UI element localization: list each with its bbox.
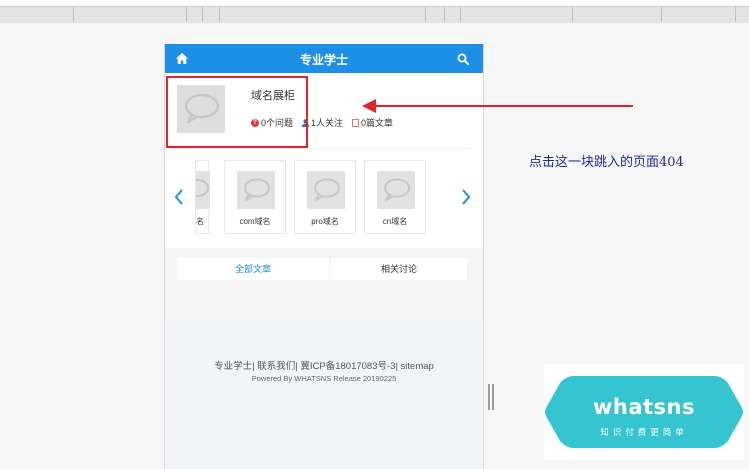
speech-bubble-icon: [384, 178, 410, 201]
carousel-item-image: [377, 171, 415, 209]
speech-bubble-icon: [314, 178, 340, 201]
tab-all-articles[interactable]: 全部文章: [177, 258, 329, 280]
carousel-item-image: [307, 171, 345, 209]
carousel-item[interactable]: pro域名: [294, 160, 356, 234]
tabs-area: 全部文章 相关讨论: [165, 248, 483, 318]
logo-word: whatsns: [592, 395, 695, 419]
whatsns-logo: whatsns 知识付费更简单: [544, 364, 744, 460]
carousel-item[interactable]: com域名: [224, 160, 286, 234]
topic-carousel: 名 com域名 pro域名 cn域名: [165, 160, 483, 236]
carousel-item-image: [185, 171, 210, 209]
ruler-tick: [460, 6, 461, 22]
ruler-tick: [73, 6, 74, 22]
logo-slogan: 知识付费更简单: [600, 427, 688, 437]
ruler-tick: [202, 6, 203, 22]
ruler-tick: [425, 6, 426, 22]
ruler-tick: [219, 6, 220, 22]
tab-discussion[interactable]: 相关讨论: [331, 258, 467, 280]
top-ruler: [0, 0, 749, 23]
divider: [171, 148, 471, 149]
article-count-text: 0篇文章: [361, 118, 394, 128]
carousel-item-image: [237, 171, 275, 209]
ruler-tick: [735, 6, 736, 22]
carousel-item-label: pro域名: [311, 217, 339, 226]
annotation-arrow: [362, 99, 633, 113]
carousel-item-label: com域名: [239, 217, 271, 226]
highlight-box: [166, 76, 308, 148]
follower-count: 1人关注: [302, 116, 343, 129]
top-bar: 专业学士: [165, 44, 483, 73]
ruler-tick: [661, 6, 662, 22]
annotation-text: 点击这一块跳入的页面404: [529, 155, 684, 170]
article-count: 0篇文章: [352, 116, 393, 129]
carousel-item[interactable]: cn域名: [364, 160, 426, 234]
ruler-tick: [444, 6, 445, 22]
page-title: 专业学士: [299, 53, 348, 67]
chevron-right-icon[interactable]: [460, 188, 472, 206]
follower-count-text: 1人关注: [311, 118, 344, 128]
carousel-item[interactable]: 名: [185, 160, 210, 234]
ruler-tick: [186, 6, 187, 22]
search-icon[interactable]: [457, 53, 469, 65]
carousel-item-label: 名: [196, 217, 204, 226]
ruler-band: [0, 6, 749, 23]
carousel-item-label: cn域名: [382, 217, 408, 226]
speech-bubble-icon: [244, 178, 270, 201]
resize-handle[interactable]: [488, 384, 494, 410]
chevron-left-icon[interactable]: [173, 188, 185, 206]
ruler-tick: [572, 6, 573, 22]
document-icon: [352, 118, 360, 127]
footer-links[interactable]: 专业学士| 联系我们| 冀ICP备18017083号-3| sitemap: [165, 358, 483, 372]
powered-by: Powered By WHATSNS Release 20190225: [251, 374, 397, 383]
speech-bubble-icon: [185, 179, 209, 197]
footer: 专业学士| 联系我们| 冀ICP备18017083号-3| sitemap Po…: [165, 318, 483, 469]
